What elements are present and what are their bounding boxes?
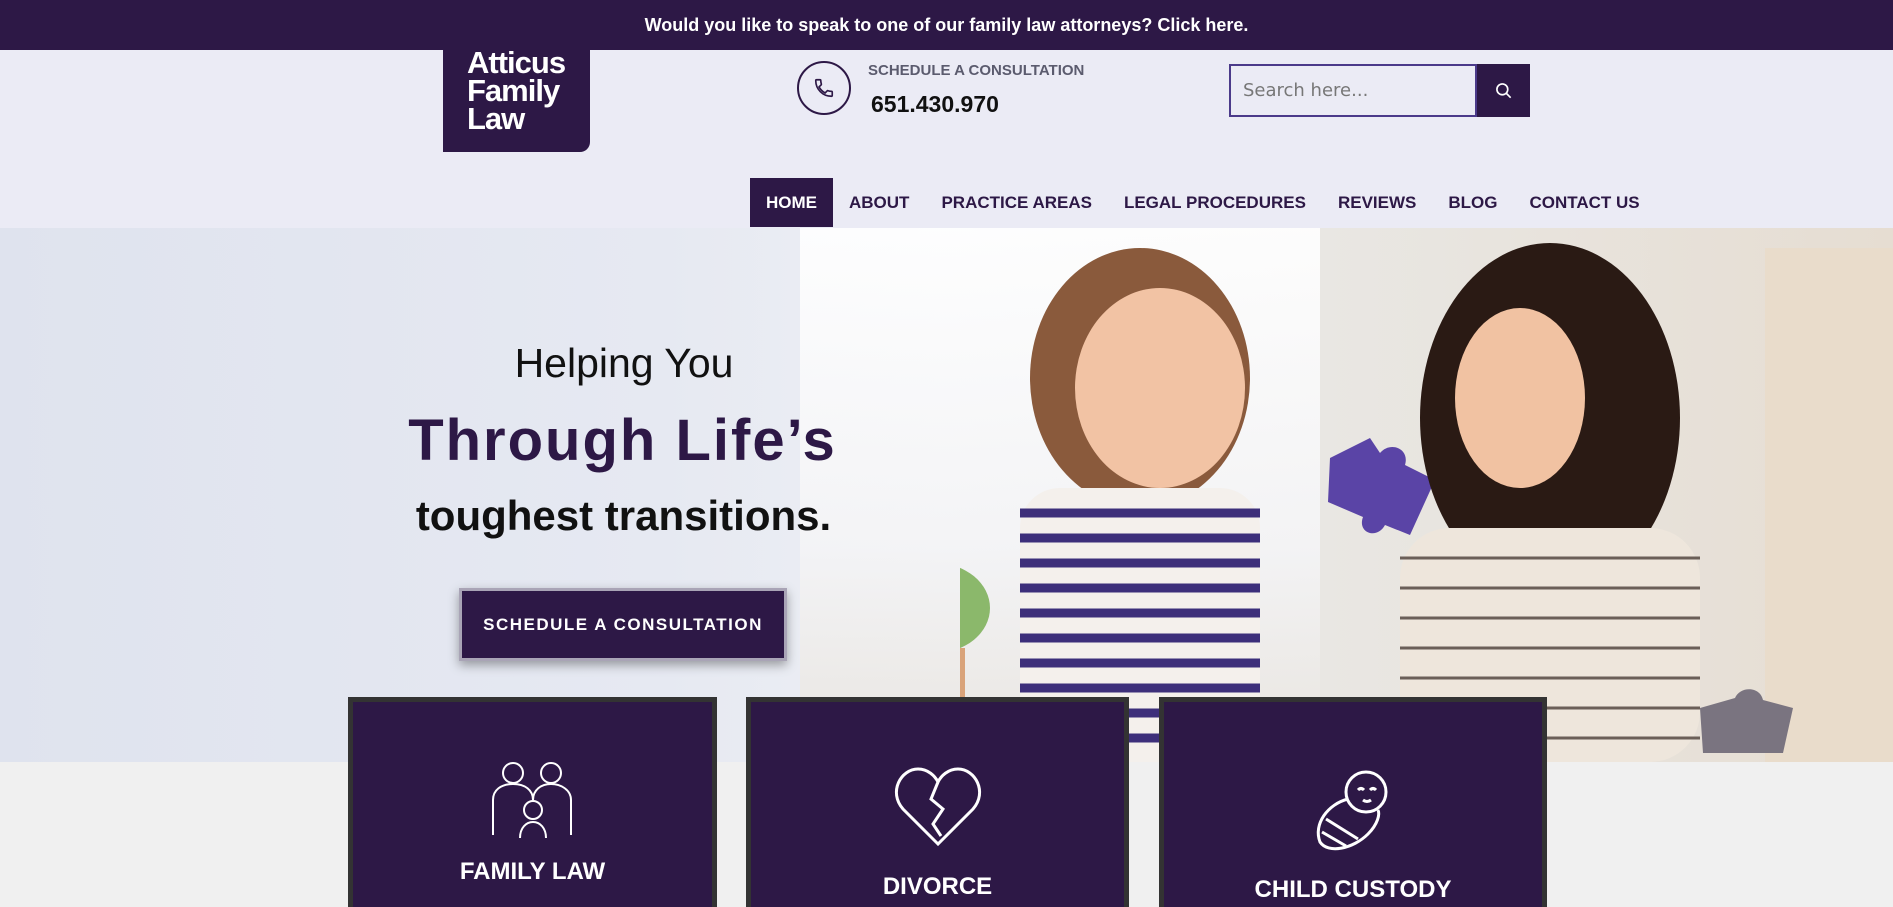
family-icon bbox=[353, 760, 712, 840]
schedule-consultation-button[interactable]: SCHEDULE A CONSULTATION bbox=[459, 588, 787, 661]
hero-heading-line1: Helping You bbox=[514, 340, 734, 386]
broken-heart-icon bbox=[751, 764, 1124, 850]
main-nav: HOME ABOUT PRACTICE AREAS LEGAL PROCEDUR… bbox=[750, 178, 1656, 227]
card-child-custody[interactable]: CHILD CUSTODY bbox=[1159, 697, 1547, 907]
nav-about[interactable]: ABOUT bbox=[833, 178, 925, 227]
logo-line: Law bbox=[467, 101, 525, 136]
card-title: CHILD CUSTODY bbox=[1254, 876, 1452, 903]
site-logo[interactable]: Atticus Family Law bbox=[443, 44, 590, 152]
hero-heading-line3: toughest transitions. bbox=[415, 492, 832, 539]
announcement-bar[interactable]: Would you like to speak to one of our fa… bbox=[0, 0, 1893, 50]
card-title: DIVORCE bbox=[882, 873, 993, 900]
search-input[interactable] bbox=[1229, 64, 1477, 117]
phone-number[interactable]: 651.430.970 bbox=[871, 91, 999, 118]
nav-contact-us[interactable]: CONTACT US bbox=[1513, 178, 1655, 227]
nav-blog[interactable]: BLOG bbox=[1432, 178, 1513, 227]
baby-icon bbox=[1164, 764, 1542, 854]
announcement-link[interactable]: Would you like to speak to one of our fa… bbox=[645, 15, 1249, 36]
hero-heading-line2: Through Life’s bbox=[408, 408, 837, 473]
phone-icon[interactable] bbox=[797, 61, 851, 115]
card-family-law[interactable]: FAMILY LAW bbox=[348, 697, 717, 907]
nav-legal-procedures[interactable]: LEGAL PROCEDURES bbox=[1108, 178, 1322, 227]
card-divorce[interactable]: DIVORCE bbox=[746, 697, 1129, 907]
nav-reviews[interactable]: REVIEWS bbox=[1322, 178, 1432, 227]
nav-practice-areas[interactable]: PRACTICE AREAS bbox=[925, 178, 1108, 227]
card-title: FAMILY LAW bbox=[459, 858, 606, 885]
schedule-label: SCHEDULE A CONSULTATION bbox=[868, 62, 1085, 79]
search-button[interactable] bbox=[1477, 64, 1530, 117]
nav-home[interactable]: HOME bbox=[750, 178, 833, 227]
search-icon bbox=[1495, 82, 1511, 98]
